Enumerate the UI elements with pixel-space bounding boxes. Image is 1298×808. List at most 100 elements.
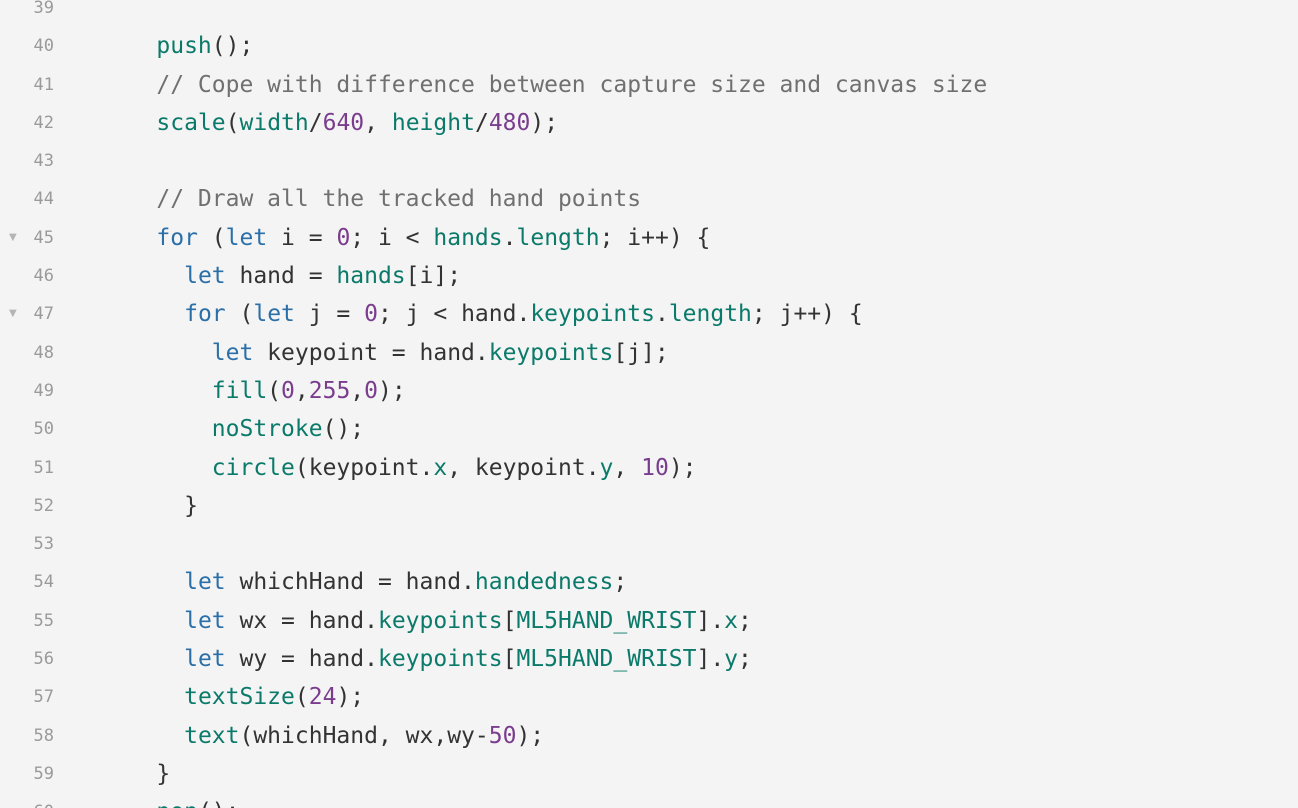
line-gutter: 42 [0, 104, 64, 142]
code-token: keypoints [377, 607, 503, 634]
code-token: let [184, 569, 226, 596]
code-token: ; j < hand. [378, 301, 531, 328]
line-gutter: 44 [0, 180, 64, 218]
code-token: (); [198, 799, 240, 808]
code-token: ML5HAND_WRIST [516, 607, 697, 634]
code-token: [ [502, 646, 517, 673]
code-token: 24 [308, 684, 337, 711]
code-token: ); [530, 109, 559, 136]
line-gutter: 52 [0, 487, 64, 525]
line-gutter: ▼ 45 [0, 219, 64, 257]
code-token: } [184, 492, 198, 519]
code-token: 0 [364, 301, 378, 328]
line-number: 40 [33, 36, 54, 57]
code-token: (); [211, 33, 254, 60]
code-token: ; i++) { [599, 224, 711, 251]
code-token: , [294, 377, 309, 404]
line-number: 56 [33, 649, 54, 670]
code-token: ( [294, 684, 309, 711]
line-number: 46 [33, 266, 54, 287]
code-token: keypoints [377, 646, 503, 673]
code-token: ; [613, 569, 628, 596]
line-number: 58 [33, 725, 54, 746]
code-token: push [156, 33, 212, 60]
code-token: (); [322, 416, 365, 443]
line-number: 47 [33, 304, 54, 325]
fold-arrow-icon[interactable]: ▼ [9, 295, 17, 333]
code-text: push(); [101, 27, 253, 65]
code-token: circle [211, 454, 295, 481]
code-token: ML5HAND_WRIST [516, 646, 697, 673]
code-token: x [433, 454, 448, 481]
line-gutter: 60 [0, 793, 64, 808]
line-number: 59 [33, 763, 54, 784]
code-text: let keypoint = hand.keypoints[j]; [101, 334, 669, 372]
code-token: ; j++) { [751, 301, 863, 328]
code-token: // Cope with difference between capture … [156, 71, 988, 98]
code-token: handedness [474, 569, 614, 596]
code-token: } [156, 760, 171, 787]
code-token: let [184, 646, 226, 673]
line-gutter: 54 [0, 563, 64, 601]
code-token: ); [378, 377, 406, 404]
code-token: noStroke [211, 416, 323, 443]
code-token: // Draw all the tracked hand points [156, 186, 642, 213]
code-text: noStroke(); [101, 410, 364, 448]
line-number: 52 [33, 495, 54, 516]
code-token: for [156, 224, 198, 251]
fold-arrow-icon[interactable]: ▼ [9, 219, 17, 257]
code-token: (keypoint. [294, 454, 434, 481]
code-text: } [101, 755, 170, 793]
code-text: fill(0,255,0); [101, 372, 406, 410]
line-gutter: 56 [0, 640, 64, 678]
code-text: let hand = hands[i]; [101, 257, 461, 295]
code-token: wy = hand. [225, 646, 378, 673]
code-token: . [654, 301, 669, 328]
line-gutter: 58 [0, 717, 64, 755]
code-token: textSize [184, 684, 295, 711]
code-token: pop [156, 799, 198, 808]
code-token: ; [738, 607, 752, 634]
code-token: fill [211, 377, 268, 404]
code-token: / [474, 109, 489, 136]
code-token: [i]; [405, 263, 462, 290]
code-token: length [668, 301, 752, 328]
code-token: scale [156, 109, 226, 136]
line-gutter: 43 [0, 142, 64, 180]
code-token: for [184, 301, 226, 328]
code-token: (whichHand, wx,wy- [239, 722, 489, 749]
code-editor[interactable]: 39 40 push(); 41 // Cope with difference b… [0, 0, 1298, 808]
code-text: textSize(24); [101, 678, 364, 716]
line-gutter: 53 [0, 525, 64, 563]
code-text: for (let j = 0; j < hand.keypoints.lengt… [101, 295, 863, 333]
code-token: ( [225, 301, 254, 328]
code-text: text(whichHand, wx,wy-50); [101, 717, 544, 755]
code-token: 640 [322, 109, 365, 136]
line-number: 57 [33, 687, 54, 708]
code-text: for (let i = 0; i < hands.length; i++) { [101, 219, 710, 257]
code-token: 10 [641, 454, 669, 481]
code-token: 480 [488, 109, 531, 136]
code-token: let [184, 263, 226, 290]
line-gutter: 49 [0, 372, 64, 410]
code-token: ); [516, 722, 545, 749]
line-number: 48 [33, 342, 54, 363]
code-token: let [253, 301, 295, 328]
line-number: 39 [33, 0, 54, 18]
line-number: 54 [33, 572, 54, 593]
line-gutter: 57 [0, 678, 64, 716]
code-text: pop(); [101, 793, 239, 808]
code-token: ]. [696, 646, 725, 673]
code-text: // Draw all the tracked hand points [101, 180, 641, 218]
code-token: text [184, 722, 240, 749]
code-token: 0 [364, 377, 379, 404]
code-token: ); [668, 454, 697, 481]
